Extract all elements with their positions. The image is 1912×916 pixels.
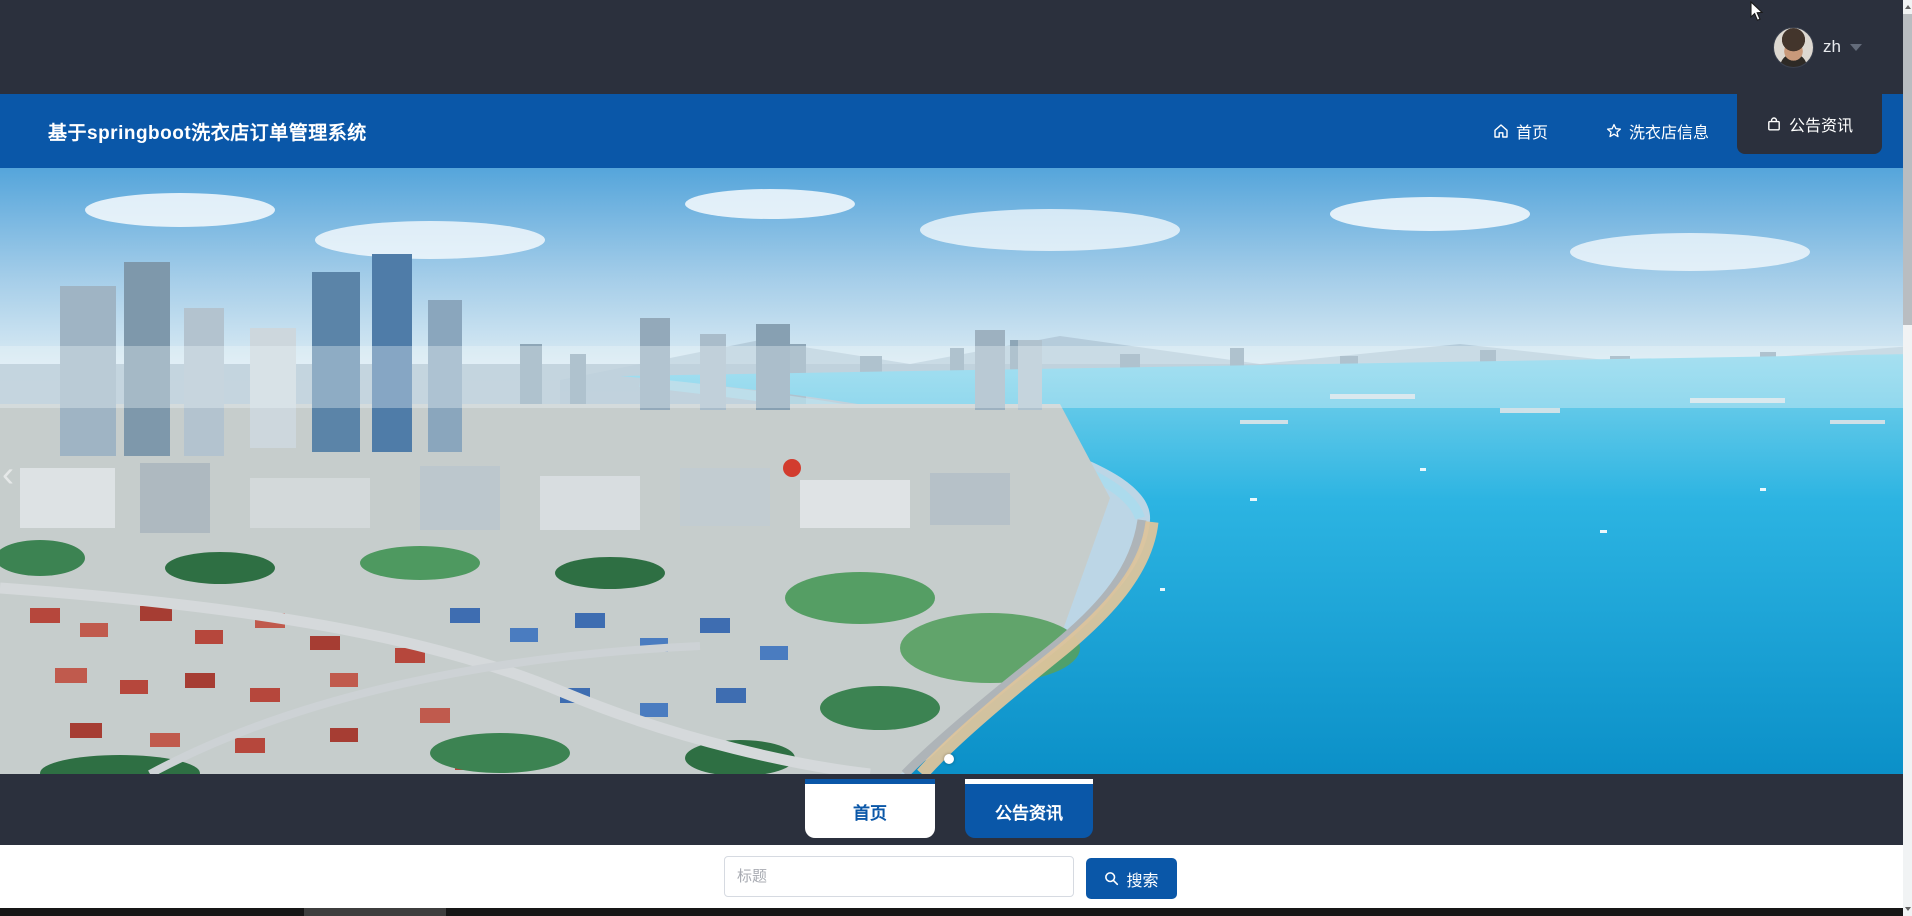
- chevron-down-icon: [1850, 43, 1862, 51]
- nav-item-announcements[interactable]: 公告资讯: [1736, 94, 1882, 154]
- star-icon: [1606, 123, 1622, 139]
- scrollbar-thumb[interactable]: [1903, 14, 1912, 325]
- hero-carousel: ‹: [0, 168, 1912, 774]
- vertical-scrollbar[interactable]: [1903, 0, 1912, 916]
- nav-item-shop-info[interactable]: 洗衣店信息: [1606, 119, 1709, 143]
- search-section: 搜索: [0, 845, 1912, 908]
- content-tabstrip: 首页 公告资讯: [0, 774, 1912, 845]
- search-icon: [1104, 871, 1119, 886]
- nav-item-label: 首页: [1515, 125, 1548, 142]
- hero-carousel-image: [0, 168, 1912, 774]
- nav-menu: 首页 洗衣店信息 公告资讯: [1493, 94, 1882, 168]
- bottom-strip-segment: [304, 908, 446, 916]
- carousel-indicator-dot[interactable]: [944, 754, 954, 764]
- tab-label: 首页: [853, 803, 887, 823]
- main-navbar: 基于springboot洗衣店订单管理系统 首页 洗衣店信息 公告资讯: [0, 94, 1912, 168]
- site-title: 基于springboot洗衣店订单管理系统: [48, 122, 367, 144]
- nav-item-label: 洗衣店信息: [1628, 125, 1709, 142]
- tab-label: 公告资讯: [995, 803, 1063, 823]
- search-button[interactable]: 搜索: [1086, 858, 1177, 899]
- app-window: zh 基于springboot洗衣店订单管理系统 首页 洗衣店信息 公告资讯 ‹…: [0, 0, 1912, 916]
- user-avatar[interactable]: [1773, 26, 1815, 68]
- scrollbar-down-arrow[interactable]: [1903, 902, 1912, 916]
- scrollbar-up-arrow[interactable]: [1903, 0, 1912, 14]
- user-menu[interactable]: zh: [1773, 0, 1862, 94]
- carousel-prev-arrow[interactable]: ‹: [2, 456, 14, 492]
- nav-item-home[interactable]: 首页: [1493, 119, 1548, 143]
- top-user-bar: zh: [0, 0, 1912, 94]
- tab-home[interactable]: 首页: [805, 779, 935, 838]
- search-button-label: 搜索: [1126, 872, 1159, 890]
- tab-announcements[interactable]: 公告资讯: [965, 779, 1093, 838]
- search-input[interactable]: [724, 856, 1074, 897]
- bottom-strip: [0, 908, 1912, 916]
- bag-icon: [1766, 116, 1782, 132]
- username-label: zh: [1823, 37, 1841, 56]
- nav-item-label: 公告资讯: [1788, 118, 1853, 135]
- home-icon: [1493, 123, 1509, 139]
